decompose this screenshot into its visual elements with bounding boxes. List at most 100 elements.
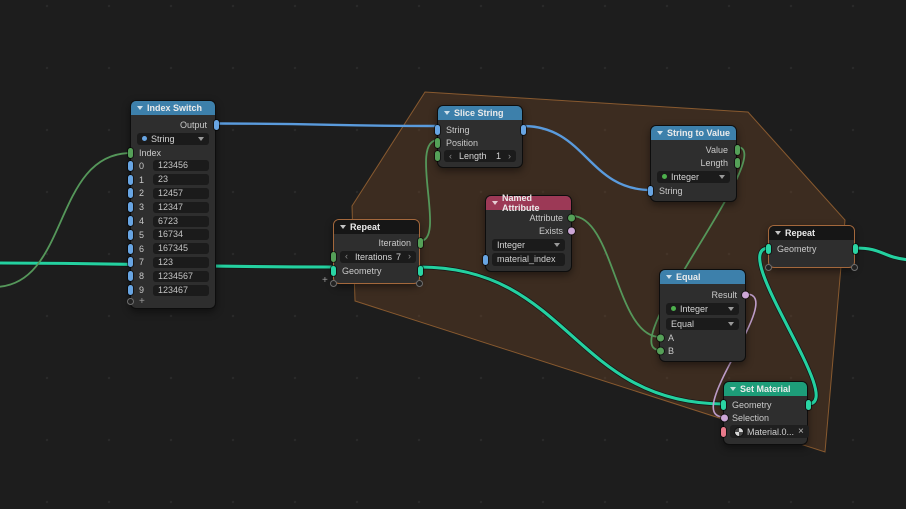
string-input-socket[interactable] — [434, 124, 440, 135]
item-socket[interactable] — [127, 257, 133, 268]
item-value-field[interactable]: 123467 — [153, 284, 209, 296]
data-type-dropdown[interactable]: Integer — [666, 302, 739, 315]
position-socket[interactable] — [434, 137, 440, 148]
output-socket[interactable] — [213, 119, 219, 130]
extend-socket[interactable] — [330, 280, 337, 287]
item-socket[interactable] — [127, 216, 133, 227]
collapse-chevron-icon[interactable] — [657, 131, 663, 135]
node-set-material[interactable]: Set Material Geometry Selection Material… — [720, 381, 811, 445]
geometry-output-socket[interactable] — [417, 265, 423, 276]
item-value-field[interactable]: 123456 — [153, 160, 209, 172]
length-socket[interactable] — [434, 151, 440, 161]
node-slice-string[interactable]: Slice String String Position ‹ Length 1 … — [434, 105, 526, 168]
length-field[interactable]: ‹ Length 1 › — [444, 150, 516, 162]
item-value-field[interactable]: 12457 — [153, 187, 209, 199]
link-slicestring-to-stringtovalue — [522, 124, 652, 192]
geometry-input-socket[interactable] — [720, 399, 726, 410]
node-repeat-input[interactable]: Repeat Iteration ‹ Iterations 7 › Geomet… — [322, 219, 423, 287]
node-header-set-material[interactable]: Set Material — [724, 382, 807, 396]
string-output-socket[interactable] — [520, 124, 526, 135]
collapse-chevron-icon[interactable] — [775, 231, 781, 235]
collapse-chevron-icon[interactable] — [444, 111, 450, 115]
length-output-socket[interactable] — [734, 157, 740, 168]
switch-item-row: 2 12457 — [127, 187, 215, 201]
add-item-button[interactable]: + — [139, 297, 145, 307]
clear-material-icon[interactable]: × — [798, 426, 804, 437]
item-value-field[interactable]: 6723 — [153, 215, 209, 227]
data-type-value: Integer — [680, 303, 709, 314]
collapse-chevron-icon[interactable] — [340, 225, 346, 229]
node-repeat-output[interactable]: Repeat Geometry — [765, 225, 858, 271]
position-label: Position — [446, 137, 479, 148]
increment-arrow[interactable]: › — [508, 151, 511, 161]
node-editor-canvas[interactable]: Index Switch Output String Index 0 123456… — [0, 0, 906, 509]
collapse-chevron-icon[interactable] — [137, 106, 143, 110]
node-header-string-to-value[interactable]: String to Value — [651, 126, 736, 140]
item-value-field[interactable]: 123 — [153, 256, 209, 268]
node-header-named-attribute[interactable]: Named Attribute — [486, 193, 571, 213]
geometry-output-socket[interactable] — [805, 399, 811, 410]
iteration-output-socket[interactable] — [417, 237, 423, 248]
name-socket[interactable] — [482, 254, 488, 265]
decrement-arrow[interactable]: ‹ — [449, 151, 452, 161]
iterations-socket[interactable] — [330, 251, 336, 262]
attribute-name-input[interactable]: material_index — [492, 253, 565, 266]
value-output-socket[interactable] — [734, 144, 740, 155]
a-input-socket[interactable] — [656, 334, 664, 341]
item-socket[interactable] — [127, 160, 133, 171]
decrement-arrow[interactable]: ‹ — [345, 252, 348, 261]
attribute-socket-row: Attribute — [486, 211, 575, 224]
geometry-label: Geometry — [777, 243, 817, 254]
node-equal[interactable]: Equal Result Integer Equal A B — [656, 269, 749, 362]
collapse-chevron-icon[interactable] — [730, 387, 736, 391]
item-value-field[interactable]: 167345 — [153, 243, 209, 255]
exists-output-socket[interactable] — [567, 227, 575, 234]
attribute-output-socket[interactable] — [567, 214, 575, 221]
operation-dropdown[interactable]: Equal — [666, 317, 739, 330]
add-item-button[interactable]: + — [322, 276, 328, 286]
node-header-index-switch[interactable]: Index Switch — [131, 101, 215, 115]
item-socket[interactable] — [127, 188, 133, 199]
result-output-socket[interactable] — [741, 291, 749, 298]
b-input-socket[interactable] — [656, 347, 664, 354]
iterations-field[interactable]: ‹ Iterations 7 › — [340, 250, 417, 263]
selection-input-socket[interactable] — [720, 414, 728, 421]
node-header-repeat-output[interactable]: Repeat — [769, 226, 854, 240]
material-input-socket[interactable] — [720, 426, 726, 437]
data-type-dropdown[interactable]: Integer — [657, 170, 730, 183]
material-selector[interactable]: Material.0... × — [730, 425, 809, 438]
item-value-field[interactable]: 23 — [153, 174, 209, 186]
item-socket[interactable] — [127, 202, 133, 213]
geometry-input-socket[interactable] — [765, 243, 771, 254]
item-socket[interactable] — [127, 285, 133, 296]
node-header-slice-string[interactable]: Slice String — [438, 106, 522, 120]
geometry-output-socket[interactable] — [852, 243, 858, 254]
index-socket[interactable] — [127, 147, 133, 158]
item-socket[interactable] — [127, 271, 133, 282]
item-socket[interactable] — [127, 243, 133, 254]
item-value-field[interactable]: 12347 — [153, 201, 209, 213]
collapse-chevron-icon[interactable] — [492, 201, 498, 205]
extend-socket[interactable] — [127, 297, 134, 305]
node-index-switch[interactable]: Index Switch Output String Index 0 123456… — [127, 100, 219, 309]
node-header-equal[interactable]: Equal — [660, 270, 745, 284]
node-title: Equal — [676, 272, 701, 282]
item-value-field[interactable]: 1234567 — [153, 270, 209, 282]
data-type-dropdown[interactable]: String — [137, 132, 209, 145]
b-socket-row: B — [656, 344, 745, 357]
node-header-repeat-input[interactable]: Repeat — [334, 220, 419, 234]
item-socket[interactable] — [127, 174, 133, 185]
geometry-input-socket[interactable] — [330, 265, 336, 276]
collapse-chevron-icon[interactable] — [666, 275, 672, 279]
item-socket[interactable] — [127, 229, 133, 240]
item-value-field[interactable]: 16734 — [153, 229, 209, 241]
node-named-attribute[interactable]: Named Attribute Attribute Exists Integer… — [482, 193, 575, 272]
extend-socket[interactable] — [765, 264, 772, 271]
geometry-label: Geometry — [732, 399, 772, 410]
extend-socket[interactable] — [416, 280, 423, 287]
increment-arrow[interactable]: › — [408, 252, 411, 261]
string-input-socket[interactable] — [647, 185, 653, 196]
extend-socket[interactable] — [851, 264, 858, 271]
data-type-dropdown[interactable]: Integer — [492, 238, 565, 251]
node-string-to-value[interactable]: String to Value Value Length Integer Str — [647, 125, 740, 202]
